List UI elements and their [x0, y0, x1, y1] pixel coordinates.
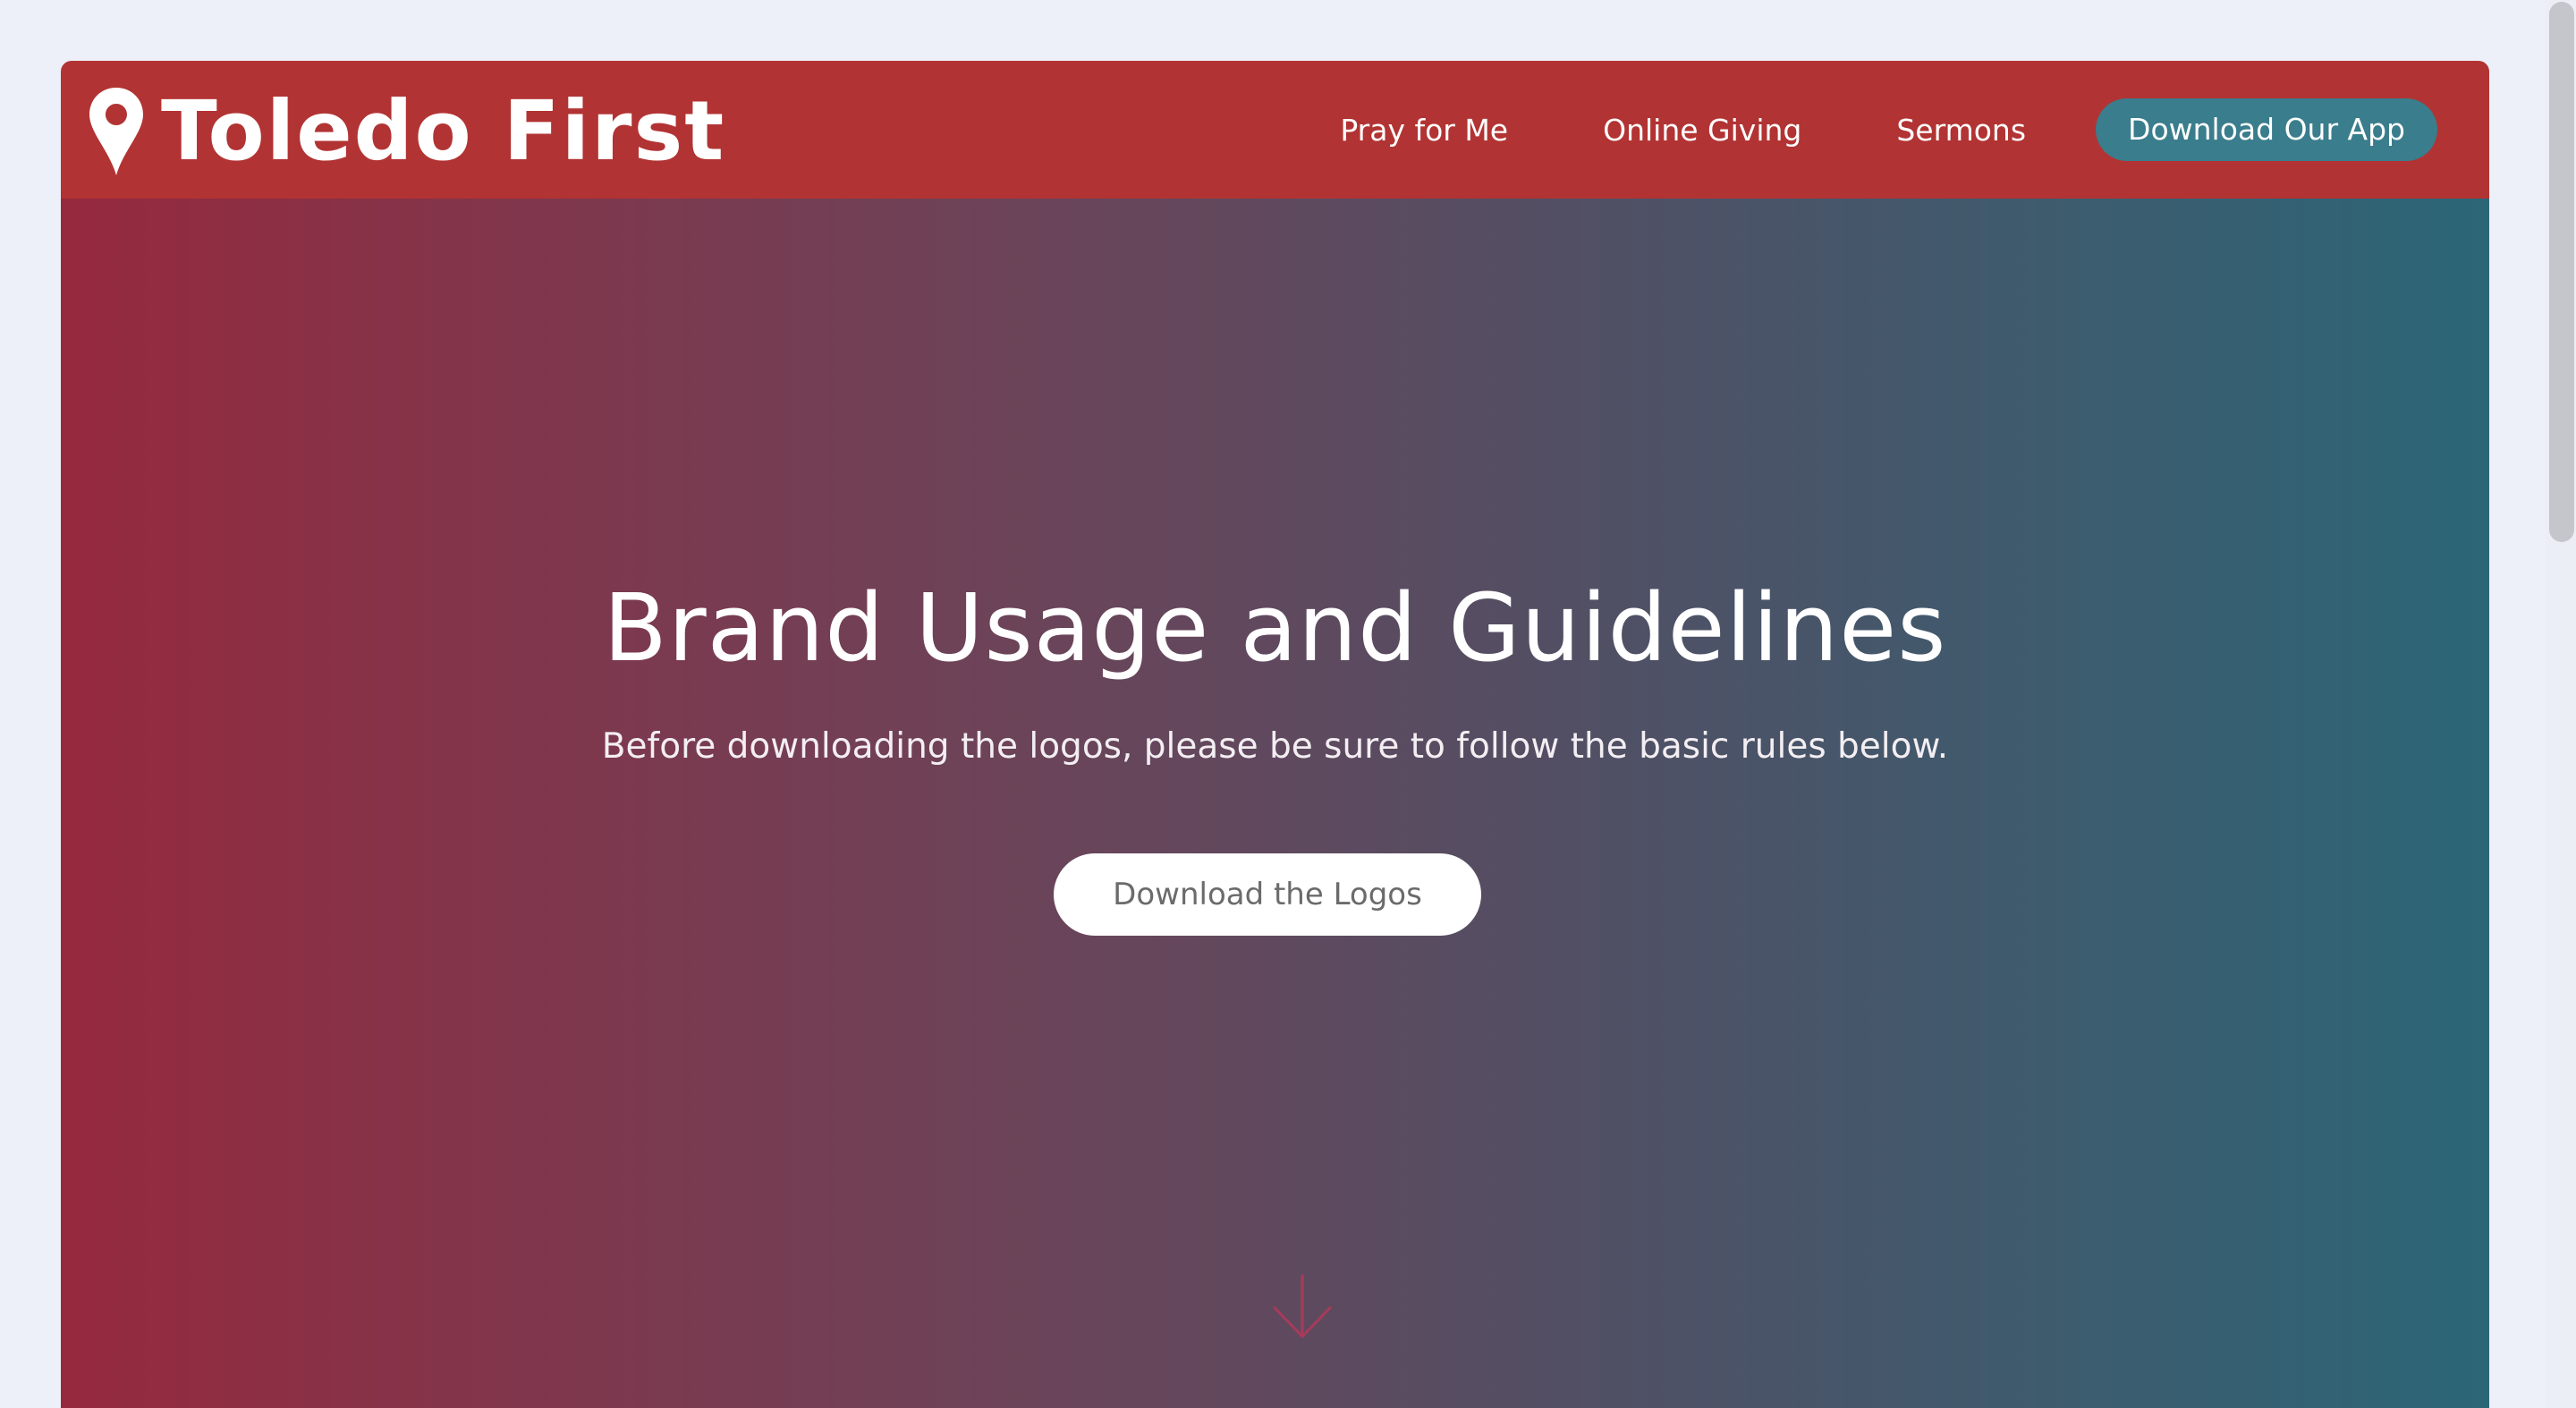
download-app-button[interactable]: Download Our App: [2096, 98, 2437, 161]
hero-subtitle: Before downloading the logos, please be …: [601, 726, 1949, 767]
page: Toledo First Pray for Me Online Giving S…: [0, 0, 2576, 1408]
navbar: Toledo First Pray for Me Online Giving S…: [61, 61, 2489, 199]
hero-title: Brand Usage and Guidelines: [603, 573, 1947, 683]
brand-name: Toledo First: [161, 83, 726, 179]
main-nav: Pray for Me Online Giving Sermons Downlo…: [1340, 61, 2437, 199]
download-logos-button[interactable]: Download the Logos: [1054, 853, 1481, 936]
map-pin-icon: [89, 88, 143, 175]
site-frame: Toledo First Pray for Me Online Giving S…: [61, 61, 2489, 1408]
nav-online-giving[interactable]: Online Giving: [1603, 113, 1801, 148]
scrollbar-track[interactable]: [2546, 0, 2576, 1408]
hero-section: Brand Usage and Guidelines Before downlo…: [61, 199, 2489, 1408]
arrow-down-icon[interactable]: [1271, 1274, 1334, 1340]
nav-sermons[interactable]: Sermons: [1896, 113, 2026, 148]
scrollbar-thumb[interactable]: [2549, 2, 2574, 542]
brand-logo[interactable]: Toledo First: [88, 82, 725, 181]
nav-pray-for-me[interactable]: Pray for Me: [1340, 113, 1508, 148]
